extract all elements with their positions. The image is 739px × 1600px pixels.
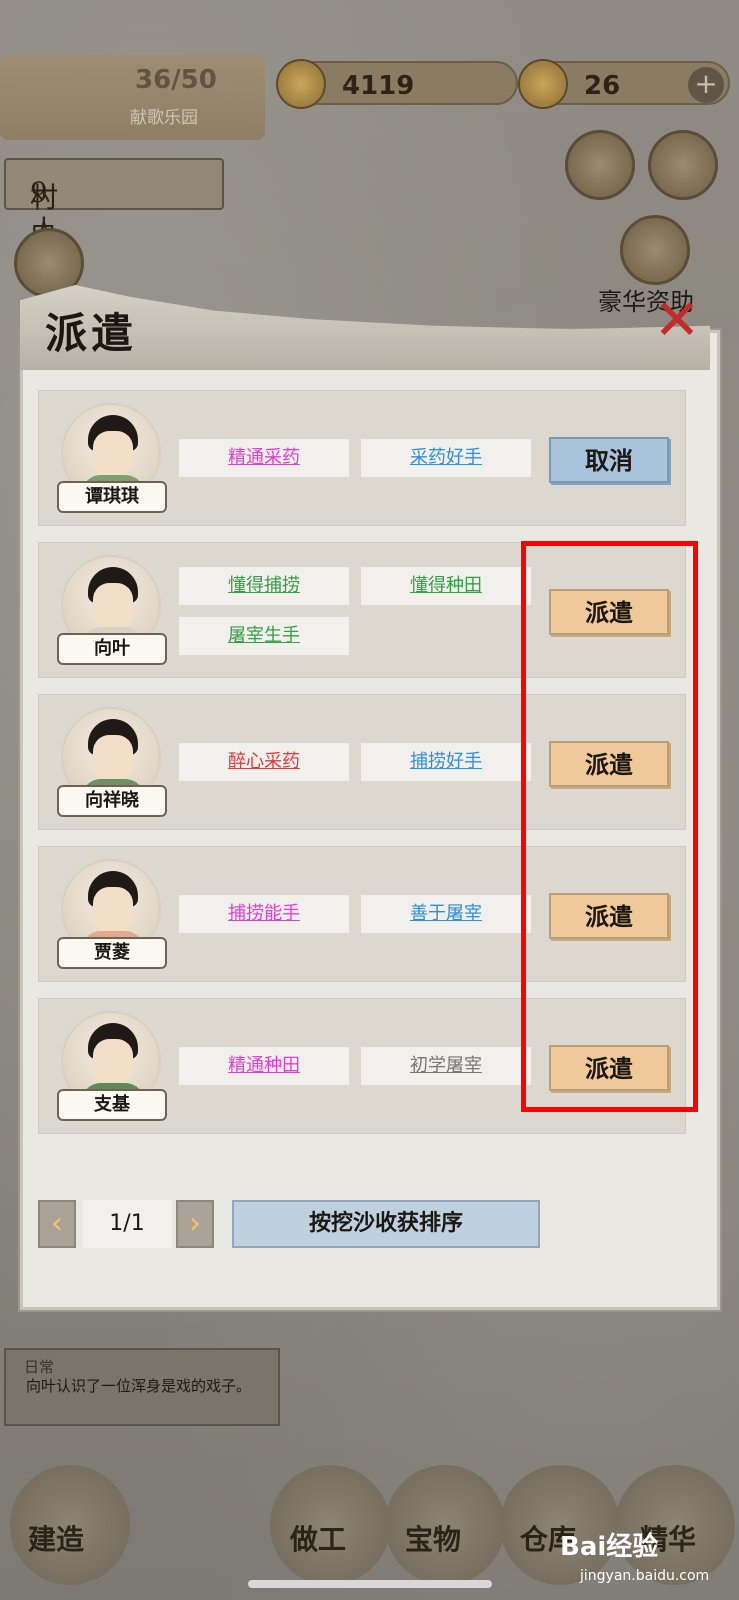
page-indicator: 1/1: [82, 1200, 172, 1248]
trait-tag[interactable]: 捕捞能手: [179, 895, 349, 933]
villager-name: 向祥晓: [57, 785, 167, 817]
add-gold-button[interactable]: +: [688, 67, 724, 103]
settings-gear-icon[interactable]: [648, 130, 718, 200]
villager-count-tab[interactable]: 村民 9人: [4, 158, 224, 254]
modal-title: 派遣: [45, 309, 138, 358]
daily-log-title: 日常: [24, 1358, 55, 1376]
prev-page-button[interactable]: ‹: [38, 1200, 76, 1248]
coin-value: 4119: [342, 71, 415, 101]
watermark-url: jingyan.baidu.com: [580, 1568, 710, 1584]
villager-name: 支基: [57, 1089, 167, 1121]
sort-button[interactable]: 按挖沙收获排序: [232, 1200, 540, 1248]
villager-name: 谭琪琪: [57, 481, 167, 513]
villager-row: 谭琪琪 精通采药 采药好手 取消: [38, 390, 686, 526]
daily-log-text: 向叶认识了一位浑身是戏的戏子。: [26, 1377, 252, 1395]
home-indicator[interactable]: [248, 1580, 492, 1588]
mail-button[interactable]: [565, 130, 635, 200]
level-progress: 36/50: [135, 65, 217, 95]
nav-build-label[interactable]: 建造: [28, 1518, 84, 1558]
deluxe-support-icon[interactable]: [620, 215, 690, 285]
trait-tag[interactable]: 捕捞好手: [361, 743, 531, 781]
gold-counter: 26 +: [518, 59, 730, 109]
trait-tag[interactable]: 懂得种田: [361, 567, 531, 605]
trait-tag[interactable]: 精通采药: [179, 439, 349, 477]
daily-log[interactable]: 日常 向叶认识了一位浑身是戏的戏子。: [4, 1348, 280, 1426]
villager-name: 贾菱: [57, 937, 167, 969]
trait-tag[interactable]: 精通种田: [179, 1047, 349, 1085]
villager-name: 向叶: [57, 633, 167, 665]
coin-counter: 4119: [276, 59, 518, 109]
trait-tag[interactable]: 初学屠宰: [361, 1047, 531, 1085]
nav-treasure-label[interactable]: 宝物: [405, 1518, 461, 1558]
coin-icon: [276, 59, 326, 109]
level-badge[interactable]: 36/50 献歌乐园: [0, 55, 265, 140]
trait-tag[interactable]: 屠宰生手: [179, 617, 349, 655]
level-subtitle: 献歌乐园: [130, 108, 198, 128]
next-page-button[interactable]: ›: [176, 1200, 214, 1248]
trait-tag[interactable]: 懂得捕捞: [179, 567, 349, 605]
close-icon[interactable]: ✕: [650, 293, 704, 350]
watermark-brand: Bai经验: [560, 1532, 659, 1562]
trait-tag[interactable]: 善于屠宰: [361, 895, 531, 933]
top-hud: 36/50 献歌乐园 4119 26 +: [0, 55, 739, 140]
highlight-annotation: [521, 541, 698, 1112]
gold-value: 26: [584, 71, 621, 101]
trait-tag[interactable]: 采药好手: [361, 439, 531, 477]
trait-tag[interactable]: 醉心采药: [179, 743, 349, 781]
cancel-button[interactable]: 取消: [549, 437, 669, 483]
nav-work-label[interactable]: 做工: [290, 1518, 346, 1558]
gold-ingot-icon: [518, 59, 568, 109]
